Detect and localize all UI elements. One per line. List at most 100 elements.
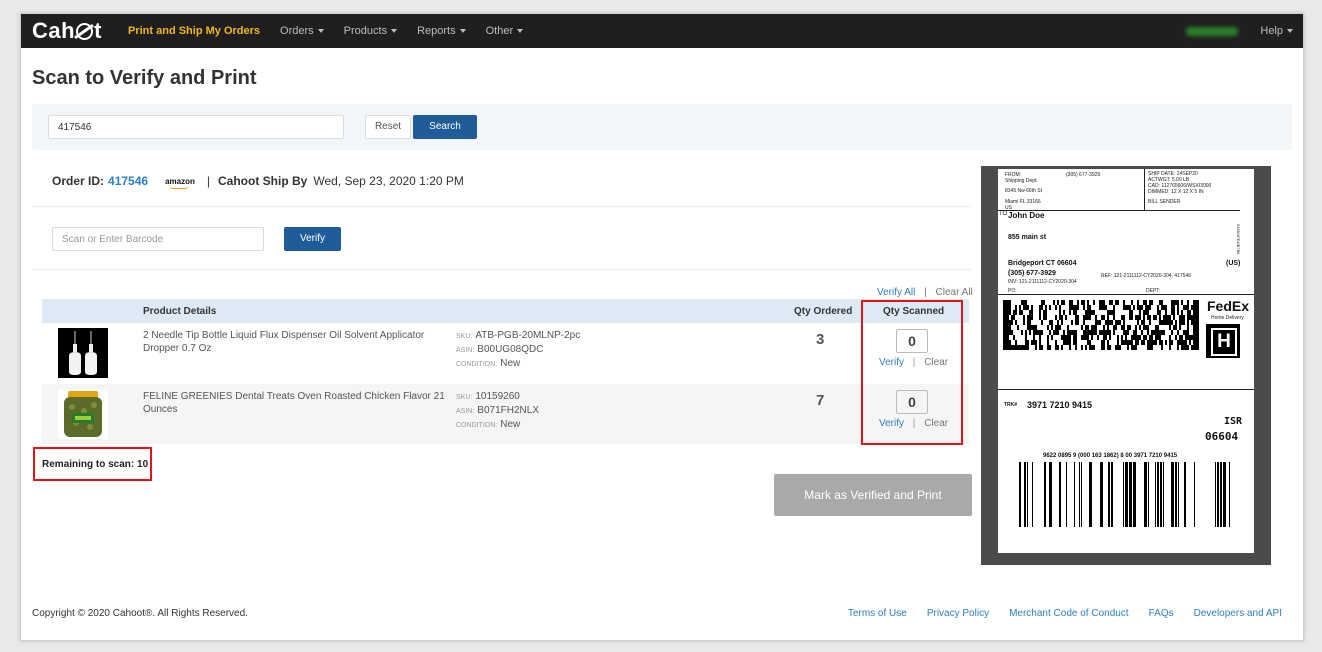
nav-reports[interactable]: Reports <box>417 25 466 37</box>
sku-key: SKU: <box>456 394 473 401</box>
nav-orders[interactable]: Orders <box>280 25 324 37</box>
chevron-down-icon <box>317 29 324 33</box>
table-row: 2 Needle Tip Bottle Liquid Flux Dispense… <box>42 323 969 383</box>
qty-ordered: 7 <box>816 392 825 409</box>
app-window: Cah t Print and Ship My Orders Orders Pro… <box>20 13 1304 641</box>
label-ref: REF: 121-2111112-CY2020-304, 417546 <box>1101 273 1191 279</box>
asin-key: ASIN: <box>456 347 475 354</box>
chevron-down-icon <box>459 29 466 33</box>
sku-key: SKU: <box>456 333 473 340</box>
col-product-details: Product Details <box>143 306 217 317</box>
label-barcode-text: 9622 0895 9 (000 163 1862) 8 00 3971 721… <box>1043 453 1178 459</box>
row-clear-link[interactable]: Clear <box>924 357 948 368</box>
label-zip: 06604 <box>1205 430 1239 443</box>
nav-other[interactable]: Other <box>486 25 524 37</box>
chevron-down-icon <box>391 29 398 33</box>
ship-by-value: Wed, Sep 23, 2020 1:20 PM <box>313 174 464 188</box>
user-menu-blurred[interactable] <box>1186 26 1239 36</box>
product-meta: SKU: ATB-PGB-20MLNP-2pc ASIN: B00UG08QDC C… <box>456 329 580 371</box>
label-2d-barcode <box>1003 300 1199 350</box>
nav-print-ship-label: Print and Ship My Orders <box>128 25 261 37</box>
separator: | <box>912 418 916 429</box>
amazon-logo: amazon <box>165 176 195 189</box>
order-id-link[interactable]: 417546 <box>108 174 148 188</box>
page-title: Scan to Verify and Print <box>32 67 257 89</box>
nav-help[interactable]: Help <box>1260 25 1293 37</box>
label-1d-barcode <box>1019 462 1230 527</box>
qty-scanned-input[interactable]: 0 <box>896 390 928 414</box>
separator: | <box>924 287 927 298</box>
nav-other-label: Other <box>485 25 514 37</box>
nav-help-label: Help <box>1260 25 1283 37</box>
nav-menu: Print and Ship My Orders Orders Products… <box>128 14 543 48</box>
col-qty-scanned: Qty Scanned <box>883 306 945 317</box>
label-addr1: 8345 Nw 66th St <box>1005 188 1042 194</box>
fedex-service: Home Delivery <box>1211 315 1244 321</box>
product-image-dropper-bottles[interactable] <box>58 328 108 378</box>
barcode-scan-input[interactable] <box>52 227 264 251</box>
nav-reports-label: Reports <box>417 25 456 37</box>
product-image-cat-treats-jar[interactable] <box>58 389 108 439</box>
footer-link-terms[interactable]: Terms of Use <box>848 608 907 619</box>
ship-by-label: Cahoot Ship By <box>217 174 308 188</box>
divider <box>32 269 972 270</box>
footer-links: Terms of Use Privacy Policy Merchant Cod… <box>828 608 1282 619</box>
label-ship-info: SHIP DATE: 24SEP20 ACTWGT: 5.00 LB CAD: 11… <box>1148 171 1212 195</box>
qty-ordered: 3 <box>816 331 825 348</box>
condition-key: CONDITION: <box>456 361 498 368</box>
separator: | <box>912 357 916 368</box>
chevron-down-icon <box>517 29 524 33</box>
label-from: FROM: Shipping Dept. <box>1005 172 1038 184</box>
mark-verified-print-button[interactable]: Mark as Verified and Print <box>774 474 972 516</box>
table-row: FELINE GREENIES Dental Treats Oven Roast… <box>42 384 969 444</box>
qty-scanned-input[interactable]: 0 <box>896 329 928 353</box>
footer-link-developers[interactable]: Developers and API <box>1194 608 1282 619</box>
search-button[interactable]: Search <box>413 115 477 139</box>
label-tracking-number: 3971 7210 9415 <box>1027 400 1093 410</box>
row-clear-link[interactable]: Clear <box>924 418 948 429</box>
row-verify-link[interactable]: Verify <box>879 357 904 368</box>
sku-value: ATB-PGB-20MLNP-2pc <box>475 330 581 341</box>
bulk-actions: Verify All | Clear All <box>877 287 973 298</box>
product-name: 2 Needle Tip Bottle Liquid Flux Dispense… <box>143 330 425 354</box>
asin-key: ASIN: <box>456 408 475 415</box>
cahoot-logo[interactable]: Cah t <box>32 18 102 43</box>
footer-copyright: Copyright © 2020 Cahoot®. All Rights Res… <box>32 608 248 619</box>
clear-all-link[interactable]: Clear All <box>936 287 973 298</box>
nav-products[interactable]: Products <box>343 25 398 37</box>
shipping-label: FROM: Shipping Dept. (305) 677-3929 8345 … <box>998 169 1254 553</box>
order-search-input[interactable] <box>48 115 344 139</box>
label-inv: INV: 121-2111112-CY2020-304 <box>1008 279 1077 285</box>
label-to-phone: (305) 677-3929 <box>1008 270 1056 277</box>
nav-products-label: Products <box>343 25 388 37</box>
condition-value: New <box>500 419 521 430</box>
label-isr: ISR <box>1224 416 1243 427</box>
nav-right: Help <box>1186 14 1293 48</box>
verify-all-link[interactable]: Verify All <box>877 287 915 298</box>
divider <box>32 206 972 207</box>
logo-o-mark <box>76 22 94 40</box>
footer-link-merchant-code[interactable]: Merchant Code of Conduct <box>1009 608 1129 619</box>
reset-button[interactable]: Reset <box>365 115 411 139</box>
nav-print-ship[interactable]: Print and Ship My Orders <box>128 25 260 37</box>
footer-link-faqs[interactable]: FAQs <box>1149 608 1174 619</box>
row-verify-link[interactable]: Verify <box>879 418 904 429</box>
label-to-mark: TO <box>999 211 1008 217</box>
nav-orders-label: Orders <box>280 25 314 37</box>
separator: | <box>206 174 210 188</box>
label-to-city: Bridgeport CT 06604 <box>1008 260 1077 267</box>
asin-value: B071FH2NLX <box>477 405 539 416</box>
label-to-name: John Doe <box>1008 211 1045 220</box>
footer-link-privacy[interactable]: Privacy Policy <box>927 608 989 619</box>
label-to-street: 855 main st <box>1008 234 1047 241</box>
row-actions: Verify | Clear <box>879 418 948 429</box>
label-trk-key: TRK# <box>1004 402 1018 408</box>
product-name: FELINE GREENIES Dental Treats Oven Roast… <box>143 391 445 415</box>
sku-value: 10159260 <box>475 391 520 402</box>
verify-button[interactable]: Verify <box>284 227 341 251</box>
order-id-label: Order ID: <box>52 174 105 188</box>
search-panel: Reset Search <box>32 104 1292 150</box>
remaining-to-scan: Remaining to scan: 10 <box>42 459 149 470</box>
label-side-code: 5356/1FE4/B7B6 <box>1236 224 1241 255</box>
label-bill: BILL SENDER <box>1148 199 1181 205</box>
